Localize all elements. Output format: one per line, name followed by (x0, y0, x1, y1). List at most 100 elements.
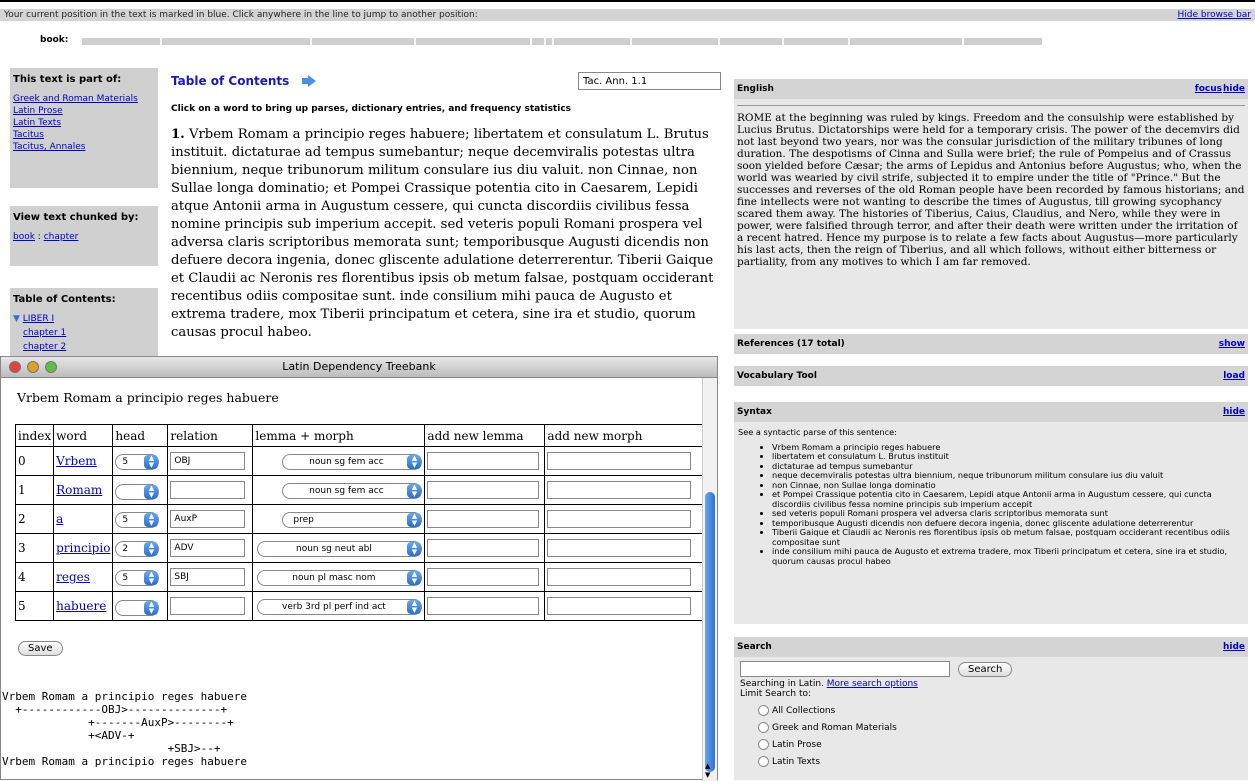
book-segment[interactable] (784, 38, 850, 45)
new-morph-input[interactable] (547, 452, 692, 470)
search-body: Search Searching in Latin. More search o… (734, 657, 1248, 771)
chunk-book-link[interactable]: book (13, 232, 35, 242)
head-select[interactable]: 2 ▲ ▼ (115, 540, 160, 557)
collection-link[interactable]: Latin Prose (13, 105, 155, 117)
syntax-item[interactable]: et Pompei Crassique potentia cito in Cae… (772, 489, 1244, 509)
new-lemma-input[interactable] (427, 510, 540, 528)
latin-text[interactable]: Vrbem Romam a principio reges habuere; l… (171, 127, 713, 340)
radio-icon[interactable] (758, 705, 769, 716)
new-morph-input[interactable] (547, 568, 692, 586)
load-vocab-link[interactable]: load (1223, 366, 1245, 386)
new-morph-input[interactable] (547, 597, 692, 615)
word-link[interactable]: Romam (56, 483, 102, 497)
collection-link[interactable]: Greek and Roman Materials (13, 93, 155, 105)
book-segment[interactable] (964, 38, 1044, 45)
vocab-title: Vocabulary Tool (737, 371, 817, 381)
radio-all-collections[interactable]: All Collections (758, 705, 1242, 716)
expand-triangle-icon[interactable]: ▼ (13, 314, 20, 324)
relation-input[interactable] (170, 597, 246, 615)
toc-chapter-link[interactable]: chapter 2 (23, 340, 155, 354)
window-scrollbar[interactable]: ▲ ▼ (702, 378, 717, 781)
relation-input[interactable] (170, 510, 246, 528)
treebank-sentence: Vrbem Romam a principio reges habuere (17, 390, 279, 405)
references-panel: References (17 total) show (734, 334, 1248, 354)
radio-icon[interactable] (758, 739, 769, 750)
new-morph-input[interactable] (547, 539, 692, 557)
new-morph-input[interactable] (547, 481, 692, 499)
hide-browse-bar-link[interactable]: Hide browse bar (1178, 9, 1251, 21)
hide-syntax-link[interactable]: hide (1223, 402, 1245, 422)
hide-english-link[interactable]: hide (1223, 79, 1245, 99)
book-segment[interactable] (162, 38, 312, 45)
head-select[interactable]: 5 ▲ ▼ (115, 511, 160, 528)
radio-icon[interactable] (758, 722, 769, 733)
word-link[interactable]: habuere (56, 599, 106, 613)
book-segment[interactable] (82, 38, 162, 45)
scrollbar-thumb[interactable] (705, 492, 715, 772)
book-segment[interactable] (546, 38, 554, 45)
collection-link[interactable]: Latin Texts (13, 117, 155, 129)
word-link[interactable]: reges (56, 570, 90, 584)
book-segment[interactable] (312, 38, 416, 45)
window-title: Latin Dependency Treebank (282, 360, 436, 373)
save-button[interactable]: Save (18, 641, 63, 656)
word-link[interactable]: principio (56, 541, 110, 555)
search-button[interactable]: Search (958, 661, 1013, 677)
morph-select[interactable]: noun sg fem acc ▲ ▼ (282, 482, 423, 499)
show-references-link[interactable]: show (1219, 334, 1245, 354)
collection-link[interactable]: Tacitus, Annales (13, 141, 155, 153)
relation-input[interactable] (170, 539, 246, 557)
syntax-item[interactable]: inde consilium mihi pauca de Augusto et … (772, 546, 1244, 566)
morph-select[interactable]: prep ▲ ▼ (282, 511, 423, 528)
new-lemma-input[interactable] (427, 539, 540, 557)
new-lemma-input[interactable] (427, 568, 540, 586)
radio-latin-prose[interactable]: Latin Prose (758, 739, 1242, 750)
chunk-chapter-link[interactable]: chapter (44, 232, 79, 242)
book-segment[interactable] (720, 38, 784, 45)
new-lemma-input[interactable] (427, 597, 540, 615)
morph-select[interactable]: verb 3rd pl perf ind act ▲ ▼ (257, 598, 423, 615)
head-value: 5 (122, 514, 129, 525)
hide-search-link[interactable]: hide (1223, 637, 1245, 657)
window-titlebar[interactable]: Latin Dependency Treebank (1, 357, 717, 378)
book-segment[interactable] (850, 38, 964, 45)
word-link[interactable]: Vrbem (56, 454, 97, 468)
radio-greek-roman[interactable]: Greek and Roman Materials (758, 722, 1242, 733)
radio-latin-texts[interactable]: Latin Texts (758, 756, 1242, 767)
focus-link[interactable]: focus (1195, 79, 1222, 99)
arrow-right-icon[interactable] (302, 74, 317, 87)
book-segment[interactable] (532, 38, 546, 45)
head-select[interactable]: ▲ ▼ (115, 599, 160, 616)
new-morph-input[interactable] (547, 510, 692, 528)
scroll-arrows-icon[interactable]: ▲ ▼ (705, 762, 710, 780)
morph-select[interactable]: noun sg neut abl ▲ ▼ (257, 540, 423, 557)
radio-icon[interactable] (758, 756, 769, 767)
browse-bar[interactable]: Your current position in the text is mar… (0, 9, 1255, 21)
toc-liber-link[interactable]: LIBER I (23, 314, 54, 324)
table-of-contents-link[interactable]: Table of Contents (171, 74, 289, 88)
head-select[interactable]: ▲ ▼ (115, 483, 160, 500)
more-search-options-link[interactable]: More search options (827, 679, 918, 689)
collection-link[interactable]: Tacitus (13, 129, 155, 141)
citation-input[interactable] (578, 72, 721, 90)
book-segment[interactable] (632, 38, 720, 45)
search-input[interactable] (740, 661, 950, 677)
relation-input[interactable] (170, 568, 246, 586)
treebank-table: index word head relation lemma + morph a… (14, 424, 703, 621)
toc-chapter-link[interactable]: chapter 1 (23, 326, 155, 340)
morph-select[interactable]: noun sg fem acc ▲ ▼ (282, 453, 423, 470)
head-select[interactable]: 5 ▲ ▼ (115, 569, 160, 586)
book-segment[interactable] (554, 38, 632, 45)
syntax-item[interactable]: Tiberii Gaique et Claudii ac Neronis res… (772, 527, 1244, 547)
latin-passage[interactable]: 1. Vrbem Romam a principio reges habuere… (171, 126, 723, 342)
new-lemma-input[interactable] (427, 452, 540, 470)
new-lemma-input[interactable] (427, 481, 540, 499)
head-select[interactable]: 5 ▲ ▼ (115, 453, 160, 470)
word-link[interactable]: a (56, 512, 63, 526)
book-position-track[interactable] (82, 38, 1050, 45)
morph-select[interactable]: noun pl masc nom ▲ ▼ (257, 569, 423, 586)
relation-input[interactable] (170, 452, 246, 470)
relation-input[interactable] (170, 481, 246, 499)
chunked-by-title: View text chunked by: (13, 212, 139, 223)
book-segment[interactable] (416, 38, 532, 45)
